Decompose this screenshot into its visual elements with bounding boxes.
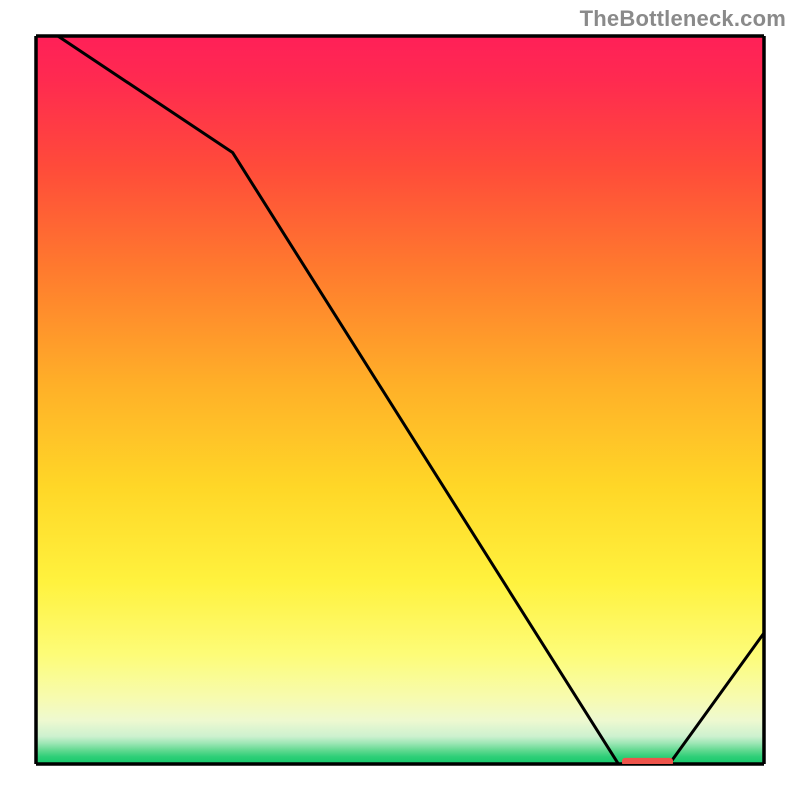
chart-container: TheBottleneck.com [0,0,800,800]
bottleneck-chart [0,0,800,800]
gradient-background [36,36,764,764]
watermark-text: TheBottleneck.com [580,6,786,32]
